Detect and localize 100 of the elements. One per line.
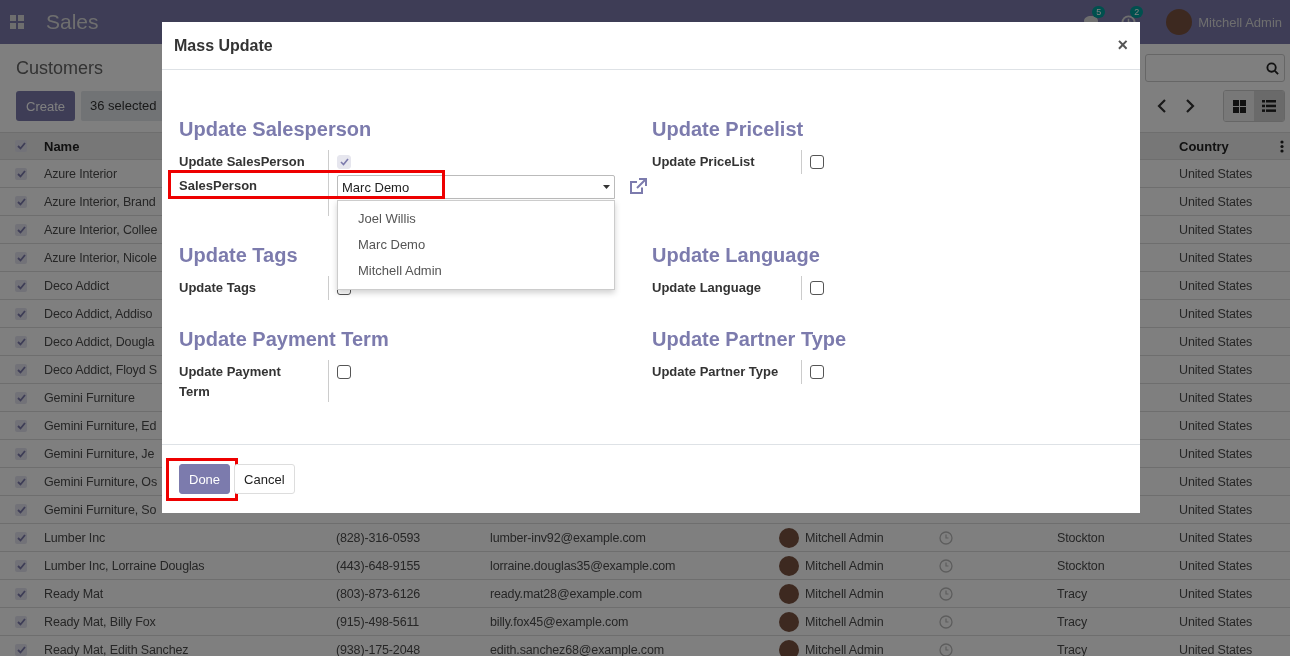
table-cell: ready.mat28@example.com <box>490 586 643 601</box>
caret-icon <box>603 185 610 189</box>
list-icon <box>1262 100 1276 112</box>
row-checkbox[interactable] <box>15 419 27 432</box>
row-checkbox[interactable] <box>15 391 27 404</box>
done-button[interactable]: Done <box>179 464 231 494</box>
column-header[interactable]: Name <box>44 138 80 154</box>
table-cell: United States <box>1179 474 1253 489</box>
row-checkbox[interactable] <box>15 195 27 208</box>
apps-menu-icon[interactable] <box>10 15 24 29</box>
row-checkbox[interactable] <box>15 643 27 656</box>
table-cell: United States <box>1179 418 1253 433</box>
external-link-icon[interactable] <box>629 178 648 195</box>
field-label: Update Tags <box>179 279 258 297</box>
table-cell: United States <box>1179 278 1253 293</box>
column-header[interactable]: Country <box>1179 138 1229 154</box>
section-heading: Update Salesperson <box>179 118 372 142</box>
checkbox[interactable] <box>337 365 351 379</box>
row-checkbox[interactable] <box>15 587 27 600</box>
table-cell: Deco Addict, Floyd S <box>44 362 158 377</box>
checkbox[interactable] <box>810 281 824 295</box>
search-icon[interactable] <box>1266 61 1279 75</box>
clock-icon[interactable] <box>939 586 953 601</box>
table-cell: Lumber Inc, Lorraine Douglas <box>44 558 205 573</box>
table-cell: Ready Mat, Edith Sanchez <box>44 642 189 656</box>
table-cell: (828)-316-0593 <box>336 530 421 545</box>
table-cell: Mitchell Admin <box>805 558 884 573</box>
row-checkbox[interactable] <box>15 447 27 460</box>
table-cell: Ready Mat <box>44 586 104 601</box>
table-cell: Gemini Furniture, So <box>44 502 157 517</box>
table-cell: Deco Addict, Addiso <box>44 306 153 321</box>
row-checkbox[interactable] <box>15 335 27 348</box>
table-cell: United States <box>1179 362 1253 377</box>
table-cell: Azure Interior, Brand <box>44 194 156 209</box>
table-cell: Azure Interior <box>44 166 117 181</box>
table-cell: Deco Addict, Dougla <box>44 334 155 349</box>
previous-page-icon[interactable] <box>1157 99 1167 113</box>
clock-icon[interactable] <box>939 558 953 573</box>
table-cell: Mitchell Admin <box>805 614 884 629</box>
table-cell: Deco Addict <box>44 278 110 293</box>
select-field[interactable]: Marc Demo <box>337 175 615 199</box>
dropdown-option[interactable]: Marc Demo <box>338 232 614 258</box>
field-label: Update Language <box>652 279 763 297</box>
row-checkbox[interactable] <box>15 363 27 376</box>
dialog-title: Mass Update <box>174 36 273 55</box>
avatar-icon <box>779 639 799 656</box>
avatar-icon <box>779 555 799 576</box>
clock-icon[interactable] <box>939 614 953 629</box>
row-checkbox[interactable] <box>15 251 27 264</box>
checkbox[interactable] <box>810 365 824 379</box>
row-checkbox[interactable] <box>15 531 27 544</box>
row-checkbox[interactable] <box>15 559 27 572</box>
row-checkbox[interactable] <box>15 279 27 292</box>
table-cell: Gemini Furniture <box>44 390 135 405</box>
row-checkbox[interactable] <box>15 503 27 516</box>
clock-icon[interactable] <box>939 530 953 545</box>
table-cell: (915)-498-5611 <box>336 614 420 629</box>
field-label: Update Payment Term <box>179 363 282 401</box>
dropdown-option[interactable]: Joel Willis <box>338 206 614 232</box>
table-cell: Lumber Inc <box>44 530 106 545</box>
table-cell: United States <box>1179 558 1253 573</box>
table-cell: lumber-inv92@example.com <box>490 530 646 545</box>
list-view-button[interactable] <box>1254 91 1284 121</box>
clock-icon[interactable] <box>939 642 953 656</box>
close-button[interactable]: × <box>1117 35 1128 56</box>
search-field[interactable] <box>1145 54 1285 82</box>
kanban-view-button[interactable] <box>1224 91 1254 121</box>
row-checkbox[interactable] <box>15 307 27 320</box>
row-checkbox[interactable] <box>15 615 27 628</box>
checkbox[interactable] <box>810 155 824 169</box>
activity-count-badge: 2 <box>1130 5 1144 18</box>
more-options-icon[interactable] <box>1280 139 1284 153</box>
table-cell: Stockton <box>1057 530 1105 545</box>
table-cell: Ready Mat, Billy Fox <box>44 614 156 629</box>
table-cell: edith.sanchez68@example.com <box>490 642 664 656</box>
section-heading: Update Payment Term <box>179 328 389 352</box>
field-label: SalesPerson <box>179 177 259 195</box>
field-label: Update PriceList <box>652 153 756 171</box>
table-cell: Mitchell Admin <box>805 642 884 656</box>
cancel-button[interactable]: Cancel <box>234 464 295 494</box>
row-checkbox[interactable] <box>15 223 27 236</box>
table-cell: United States <box>1179 586 1253 601</box>
table-cell: (443)-648-9155 <box>336 558 421 573</box>
table-cell: (803)-873-6126 <box>336 586 421 601</box>
row-checkbox[interactable] <box>15 167 27 180</box>
table-cell: United States <box>1179 390 1253 405</box>
table-cell: United States <box>1179 194 1253 209</box>
table-cell: (938)-175-2048 <box>336 642 421 656</box>
table-cell: United States <box>1179 530 1253 545</box>
table-cell: Gemini Furniture, Je <box>44 446 155 461</box>
table-cell: United States <box>1179 334 1253 349</box>
table-cell: Tracy <box>1057 614 1088 629</box>
table-cell: Mitchell Admin <box>805 530 884 545</box>
row-checkbox[interactable] <box>15 475 27 488</box>
table-cell: United States <box>1179 306 1253 321</box>
select-all-checkbox[interactable] <box>15 140 27 152</box>
dropdown-option[interactable]: Mitchell Admin <box>338 258 614 284</box>
next-page-icon[interactable] <box>1185 99 1195 113</box>
table-cell: Tracy <box>1057 642 1088 656</box>
avatar-icon <box>779 611 799 632</box>
